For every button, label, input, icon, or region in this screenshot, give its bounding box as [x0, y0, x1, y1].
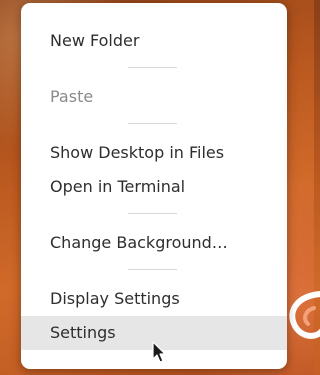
menu-item-display-settings[interactable]: Display Settings [21, 282, 287, 316]
menu-item-new-folder[interactable]: New Folder [21, 24, 287, 58]
menu-separator [128, 123, 177, 124]
menu-item-paste: Paste [50, 87, 94, 106]
menu-separator [128, 67, 177, 68]
menu-item-show-desktop-in-files[interactable]: Show Desktop in Files [21, 136, 287, 170]
desktop-context-menu: New Folder Paste Show Desktop in Files O… [21, 3, 287, 369]
menu-item-open-in-terminal[interactable]: Open in Terminal [21, 170, 287, 204]
menu-separator [128, 213, 177, 214]
menu-item-change-background[interactable]: Change Background… [21, 226, 287, 260]
mouse-pointer-icon [152, 341, 166, 363]
menu-separator [128, 269, 177, 270]
